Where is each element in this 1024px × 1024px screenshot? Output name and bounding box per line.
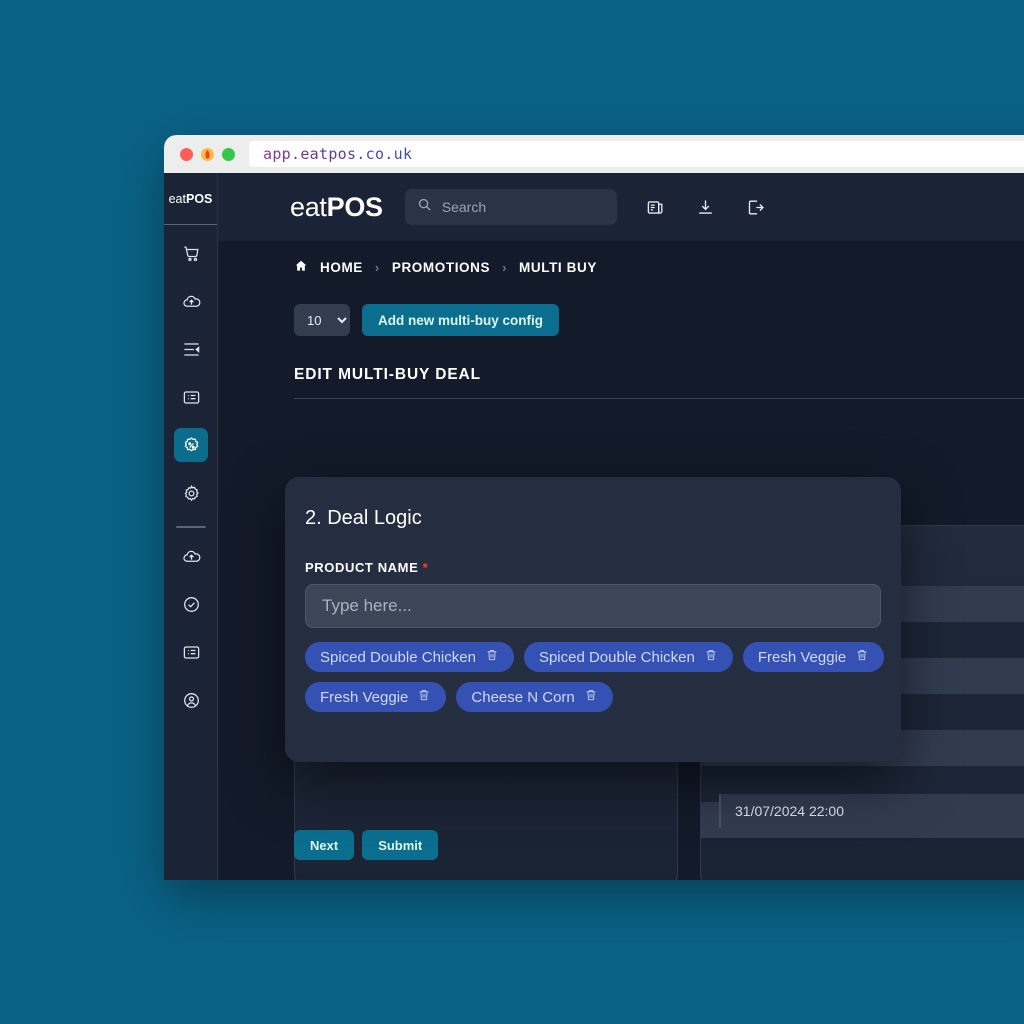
product-tag[interactable]: Spiced Double Chicken: [523, 642, 733, 672]
sidebar-logo: eat POS: [164, 173, 217, 225]
required-marker: *: [422, 560, 429, 575]
field-label-product-name: PRODUCT NAME *: [305, 560, 901, 575]
product-tag[interactable]: Fresh Veggie: [742, 642, 885, 672]
breadcrumb-item-promotions[interactable]: PROMOTIONS: [392, 260, 490, 275]
field-label-text: PRODUCT NAME: [305, 560, 419, 575]
sidebar-item-catalog[interactable]: [164, 377, 218, 417]
next-button[interactable]: Next: [294, 830, 355, 860]
sidebar-item-reports[interactable]: [164, 632, 218, 672]
browser-chrome: app.eatpos.co.uk: [164, 135, 1024, 173]
brand-pos: POS: [326, 191, 383, 222]
list-box-icon: [174, 635, 208, 669]
window-controls: [164, 147, 235, 161]
close-window-button[interactable]: [180, 147, 193, 161]
maximize-window-button[interactable]: [222, 147, 235, 161]
page-title: EDIT MULTI-BUY DEAL: [294, 366, 482, 383]
sidebar-item-menu-indent[interactable]: [164, 329, 218, 369]
brand-eat: eat: [290, 191, 327, 222]
app-brand-logo: eatPOS: [290, 192, 383, 223]
cloud-upload-icon: [174, 539, 208, 573]
selected-products-tag-list: Spiced Double Chicken Spiced Double Chic…: [305, 642, 885, 712]
app-header: eatPOS Search: [218, 173, 1024, 241]
breadcrumb: HOME › PROMOTIONS › MULTI BUY: [218, 241, 1024, 276]
chevron-right-icon: ›: [502, 260, 508, 275]
form-actions: Next Submit: [294, 830, 439, 860]
sidebar-item-cloud-sync[interactable]: [164, 536, 218, 576]
user-circle-icon: [174, 683, 208, 717]
deal-logic-modal: 2. Deal Logic PRODUCT NAME * Spiced Doub…: [285, 477, 901, 762]
product-tag-label: Cheese N Corn: [471, 688, 575, 706]
sidebar-divider: [175, 526, 206, 528]
breadcrumb-item-multi-buy[interactable]: MULTI BUY: [519, 260, 597, 275]
sidebar: eat POS: [164, 173, 218, 880]
trash-icon[interactable]: [417, 688, 431, 706]
shopping-cart-icon: [174, 236, 208, 270]
product-tag[interactable]: Fresh Veggie: [305, 682, 447, 712]
product-tag-label: Fresh Veggie: [757, 648, 847, 666]
product-tag-label: Fresh Veggie: [320, 688, 409, 706]
search-input[interactable]: Search: [404, 189, 617, 225]
sidebar-item-cloud-upload[interactable]: [164, 281, 218, 321]
sidebar-logo-pos: POS: [185, 191, 213, 206]
discount-badge-icon: [174, 428, 208, 462]
sidebar-item-account[interactable]: [164, 680, 218, 720]
page-root: app.eatpos.co.uk eat POS eatPOS Search H…: [0, 0, 1024, 1024]
logout-icon[interactable]: [745, 196, 767, 218]
trash-icon[interactable]: [485, 648, 499, 666]
sidebar-item-settings[interactable]: [164, 473, 218, 513]
home-icon[interactable]: [294, 259, 308, 276]
expiry-date-value[interactable]: 31/07/2024 22:00: [719, 794, 1024, 828]
cloud-upload-icon: [174, 284, 208, 318]
list-box-icon: [174, 380, 208, 414]
indent-list-icon: [174, 332, 208, 366]
modal-title: 2. Deal Logic: [305, 507, 422, 529]
add-multi-buy-config-button[interactable]: Add new multi-buy config: [362, 304, 559, 336]
product-tag-label: Spiced Double Chicken: [320, 648, 476, 666]
trash-icon[interactable]: [855, 648, 869, 666]
sidebar-logo-eat: eat: [168, 191, 186, 206]
title-divider: [294, 398, 1024, 399]
trash-icon[interactable]: [704, 648, 718, 666]
search-placeholder: Search: [441, 199, 487, 215]
trash-icon[interactable]: [584, 688, 598, 706]
product-tag[interactable]: Cheese N Corn: [456, 682, 613, 712]
toolbar: 10 Add new multi-buy config: [218, 276, 1024, 336]
product-tag[interactable]: Spiced Double Chicken: [305, 642, 514, 672]
gear-icon: [174, 476, 208, 510]
minimize-window-button[interactable]: [201, 147, 214, 161]
check-circle-icon: [174, 587, 208, 621]
product-tag-label: Spiced Double Chicken: [538, 648, 695, 666]
submit-button[interactable]: Submit: [362, 830, 439, 860]
news-icon[interactable]: [645, 196, 667, 218]
url-text: app.eatpos.co.uk: [263, 145, 413, 163]
product-name-input[interactable]: [305, 584, 881, 628]
address-bar[interactable]: app.eatpos.co.uk: [249, 141, 1024, 167]
sidebar-item-orders[interactable]: [164, 233, 218, 273]
breadcrumb-item-home[interactable]: HOME: [320, 260, 363, 275]
sidebar-item-promotions[interactable]: [164, 425, 218, 465]
chevron-right-icon: ›: [374, 260, 380, 275]
sidebar-item-approvals[interactable]: [164, 584, 218, 624]
download-icon[interactable]: [695, 196, 717, 218]
page-size-select[interactable]: 10: [294, 304, 350, 336]
search-icon: [417, 197, 432, 217]
